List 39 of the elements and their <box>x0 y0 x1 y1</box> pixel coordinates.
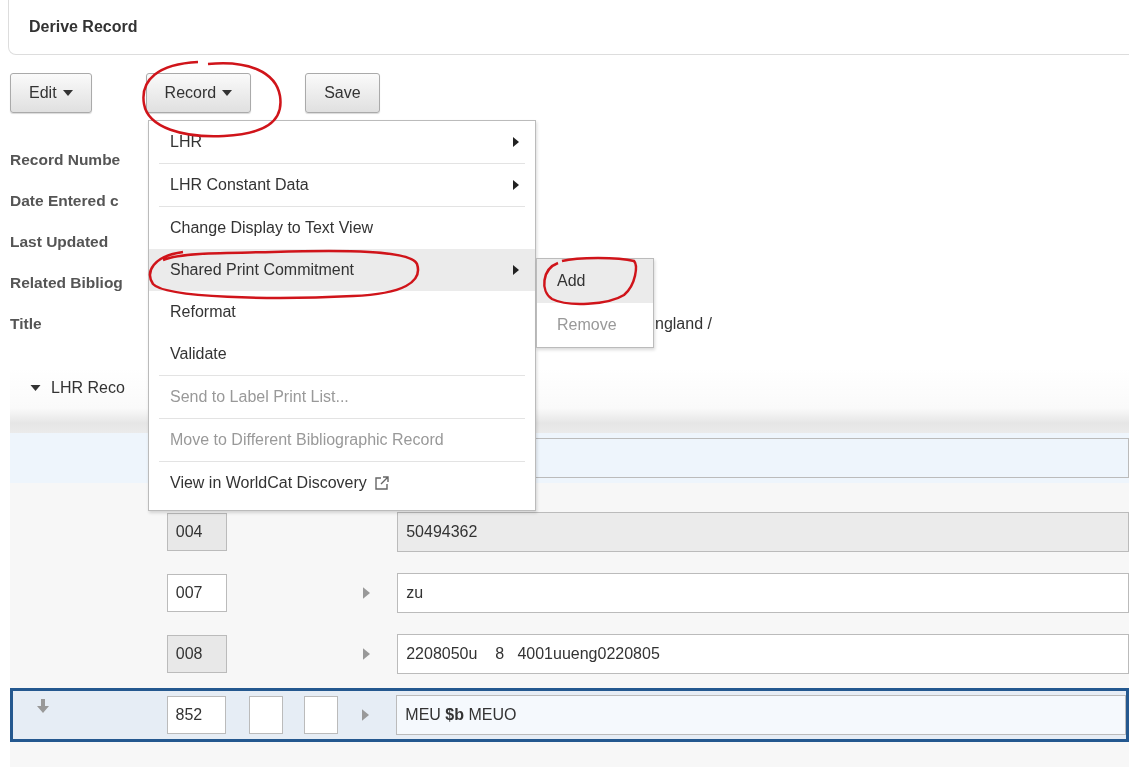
field-label: Date Entered c <box>10 191 120 210</box>
submenu-arrow-icon <box>513 180 519 190</box>
field-label: Title <box>10 314 43 333</box>
tag-field[interactable]: 008 <box>166 634 227 673</box>
menu-item[interactable]: View in WorldCat Discovery <box>149 462 535 504</box>
menu-item[interactable]: Reformat <box>149 291 535 333</box>
expand-arrow-icon[interactable] <box>362 647 370 660</box>
indicator-field[interactable] <box>304 696 339 734</box>
value-field[interactable]: zu <box>397 572 1129 613</box>
menu-item[interactable]: Add <box>537 259 653 303</box>
field-label: Last Updated <box>10 232 110 251</box>
value-field[interactable]: MEU $b MEUO <box>396 695 1126 735</box>
menu-item[interactable]: Shared Print Commitment <box>149 249 535 291</box>
tag-field[interactable]: 852 <box>166 696 227 734</box>
field-value: ngland / <box>655 314 712 333</box>
page-title: Derive Record <box>29 18 138 36</box>
caret-icon <box>62 90 73 96</box>
indicator-field[interactable] <box>249 696 284 734</box>
external-link-icon <box>374 476 389 490</box>
caret-icon <box>222 90 233 96</box>
collapse-icon[interactable] <box>30 385 41 391</box>
submenu-arrow-icon <box>513 265 519 275</box>
toolbar-button[interactable]: Record <box>145 73 252 113</box>
menu-item[interactable]: Validate <box>149 333 535 375</box>
toolbar-button[interactable]: Edit <box>10 73 92 113</box>
value-field[interactable]: 2208050u 8 4001uueng0220805 <box>397 633 1129 674</box>
value-field[interactable]: 50494362 <box>397 511 1129 552</box>
tag-field[interactable]: 004 <box>166 512 227 551</box>
field-label: Record Numbe <box>10 150 122 169</box>
expand-arrow-icon[interactable] <box>361 709 369 721</box>
toolbar-button[interactable]: Save <box>305 73 380 113</box>
section-title: LHR Reco <box>51 379 125 397</box>
down-arrow-icon[interactable] <box>37 699 49 713</box>
expand-arrow-icon[interactable] <box>362 586 370 599</box>
field-label: Related Bibliog <box>10 273 124 292</box>
tag-field[interactable]: 007 <box>166 573 227 612</box>
menu-item[interactable]: LHR Constant Data <box>149 164 535 206</box>
submenu-arrow-icon <box>513 137 519 147</box>
menu-item[interactable]: Change Display to Text View <box>149 207 535 249</box>
